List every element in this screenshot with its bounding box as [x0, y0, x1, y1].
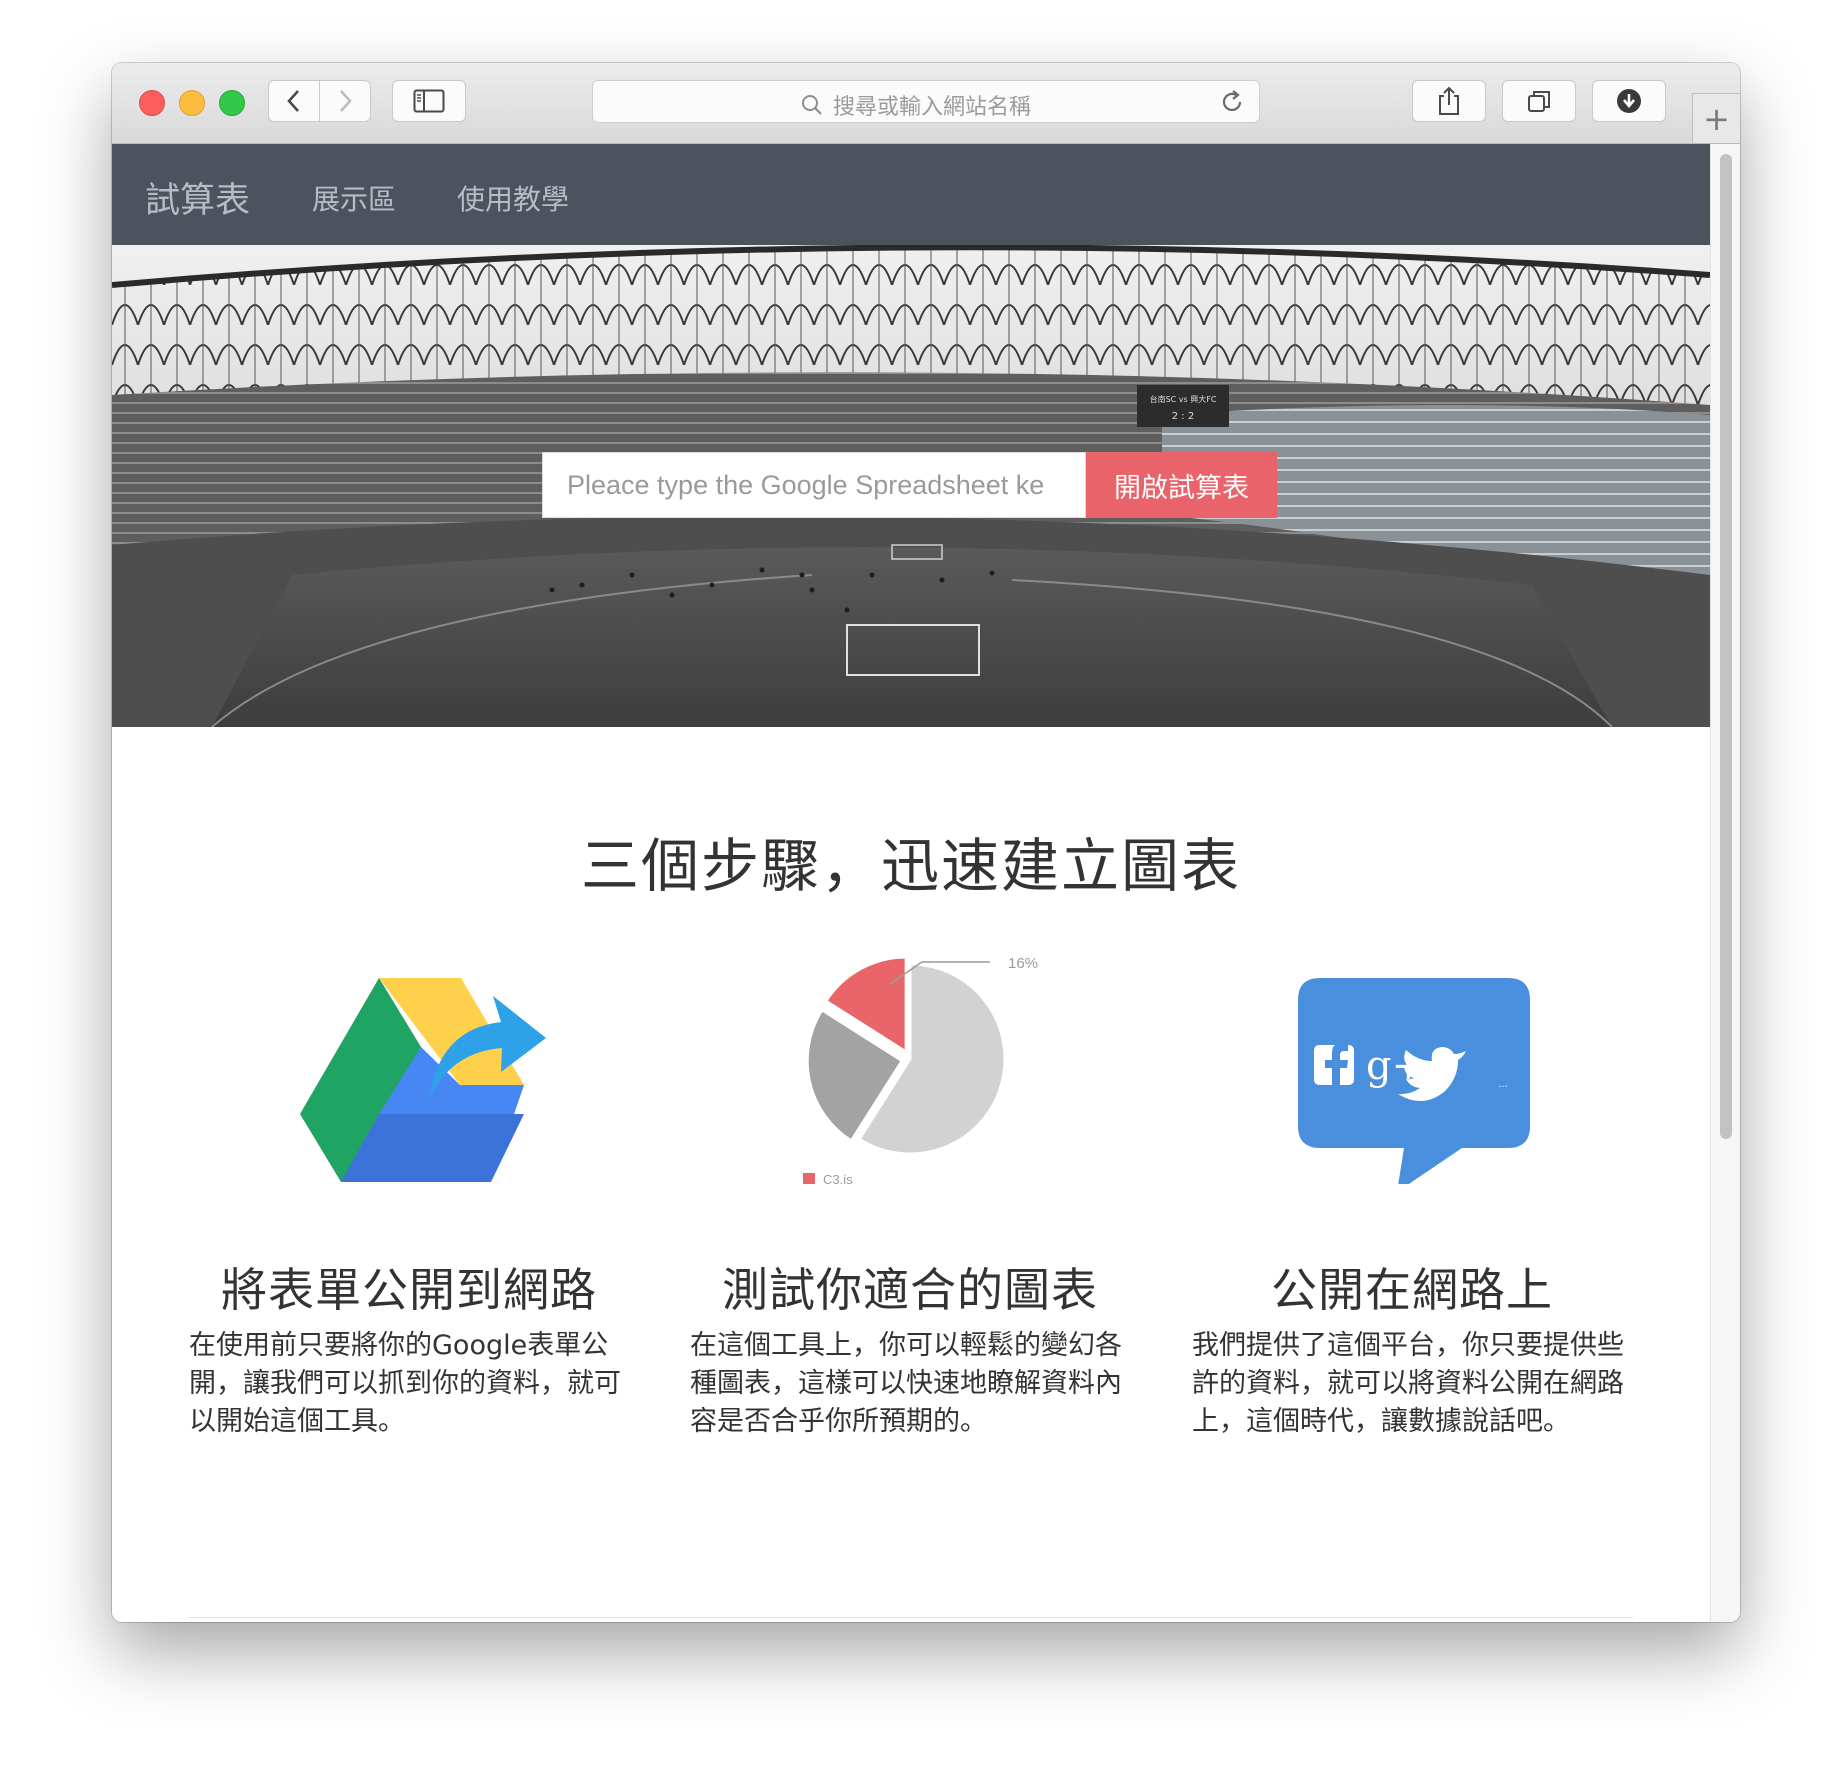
maximize-window-button[interactable] — [219, 90, 245, 116]
vertical-scrollbar[interactable] — [1710, 144, 1740, 1622]
show-tabs-button[interactable] — [1502, 80, 1576, 122]
browser-toolbar: 搜尋或輸入網站名稱 + — [112, 63, 1740, 144]
share-button[interactable] — [1412, 80, 1486, 122]
back-button[interactable] — [268, 80, 320, 122]
address-bar[interactable]: 搜尋或輸入網站名稱 — [592, 80, 1260, 123]
minimize-window-button[interactable] — [179, 90, 205, 116]
feature-publish: 將表單公開到網路 在使用前只要將你的Google表單公開，讓我們可以抓到你的資料… — [189, 934, 629, 1437]
sidebar-toggle-button[interactable] — [392, 80, 466, 122]
pie-legend-swatch — [803, 1173, 815, 1184]
facebook-icon — [1314, 1043, 1354, 1085]
section-divider — [189, 1617, 1633, 1618]
share-icon — [1439, 86, 1459, 115]
spreadsheet-search-form: 開啟試算表 — [542, 452, 1277, 518]
feature-title: 測試你適合的圖表 — [722, 1263, 1098, 1317]
hero-banner: 台南SC vs 興大FC 2 : 2 開啟試算表 — [112, 245, 1710, 727]
google-drive-share-icon — [300, 978, 546, 1182]
feature-description: 我們提供了這個平台，你只要提供些許的資料，就可以將資料公開在網路上，這個時代，讓… — [1192, 1330, 1624, 1437]
spreadsheet-key-input[interactable] — [542, 452, 1086, 518]
chevron-left-icon — [287, 90, 299, 112]
downloads-button[interactable] — [1592, 80, 1666, 122]
more-networks-icon: ... — [1498, 1076, 1508, 1090]
search-icon — [802, 95, 822, 115]
section-title: 三個步驟，迅速建立圖表 — [580, 832, 1241, 900]
tabs-icon — [1528, 91, 1550, 112]
scroll-thumb[interactable] — [1720, 154, 1732, 1139]
new-tab-button[interactable]: + — [1692, 93, 1740, 143]
address-placeholder: 搜尋或輸入網站名稱 — [833, 95, 1032, 120]
browser-window: 搜尋或輸入網站名稱 + 試算表 展示區 使用教學 台南SC vs 興大FC 2 … — [112, 63, 1740, 1622]
pie-legend-label: C3.js — [823, 1172, 853, 1184]
page-content: 試算表 展示區 使用教學 台南SC vs 興大FC 2: 2 Pleace t… — [112, 144, 1710, 1622]
scoreboard-match: 台南SC vs 興大FC — [1150, 394, 1217, 404]
social-share-bubble-icon: g+ ... — [1298, 978, 1530, 1184]
feature-title: 將表單公開到網路 — [221, 1263, 597, 1317]
site-brand[interactable]: 試算表 — [145, 172, 250, 223]
forward-button[interactable] — [319, 80, 371, 122]
site-navbar: 試算表 展示區 使用教學 — [112, 144, 1710, 245]
feature-test-chart: 16% C3.js 測試你適合的圖表 在這個工具上，你可以輕鬆的變幻各種圖表，這… — [690, 934, 1130, 1437]
pie-chart-icon: 16% C3.js — [803, 955, 1038, 1184]
pie-percent-label: 16% — [1008, 955, 1038, 972]
feature-description: 在這個工具上，你可以輕鬆的變幻各種圖表，這樣可以快速地瞭解資料內容是否合乎你所預… — [690, 1330, 1122, 1437]
feature-description: 在使用前只要將你的Google表單公開，讓我們可以抓到你的資料，就可以開始這個工… — [189, 1330, 621, 1437]
download-icon — [1617, 89, 1641, 113]
nav-item-showcase[interactable]: 展示區 — [312, 178, 396, 218]
close-window-button[interactable] — [139, 90, 165, 116]
open-spreadsheet-button[interactable]: 開啟試算表 — [1086, 452, 1277, 518]
sidebar-icon — [413, 89, 445, 113]
scoreboard-score: 2 : 2 — [1172, 411, 1194, 422]
feature-share-online: g+ ... 公開在網路上 我們提供了這個平台，你只要提供些許的資料，就可以將資… — [1192, 934, 1632, 1437]
chevron-right-icon — [340, 90, 352, 112]
nav-item-tutorial[interactable]: 使用教學 — [457, 178, 569, 218]
reload-icon[interactable] — [1219, 89, 1245, 115]
feature-title: 公開在網路上 — [1271, 1263, 1553, 1317]
